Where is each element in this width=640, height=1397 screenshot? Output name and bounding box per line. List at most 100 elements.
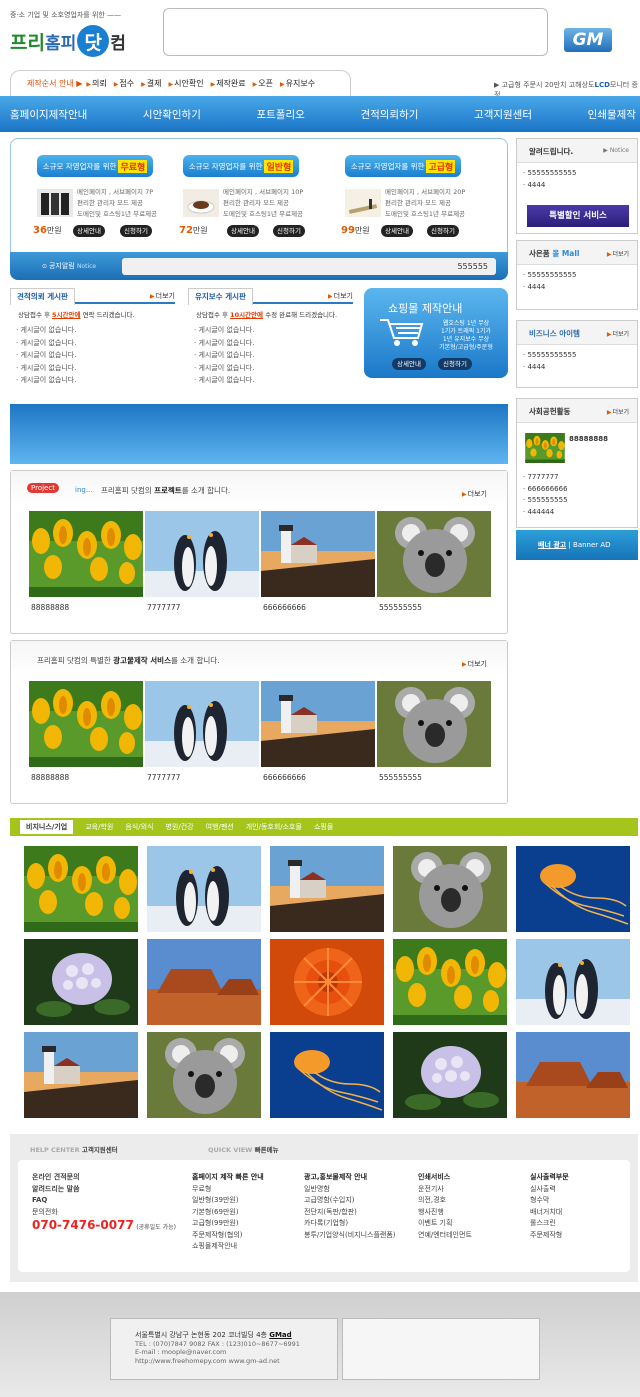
list-item[interactable]: 444444 — [523, 508, 568, 520]
list-item[interactable]: 4444 — [523, 363, 637, 375]
nav-item[interactable]: 고객지원센터 — [474, 107, 532, 122]
quick-link[interactable]: 실사출력 — [530, 1184, 569, 1196]
quick-link[interactable]: 배너거치대 — [530, 1207, 569, 1219]
project-thumb-koala[interactable] — [377, 511, 491, 597]
gallery-thumb-hydrangea[interactable] — [393, 1032, 507, 1118]
tab-category[interactable]: 개인/동호회/소호몰 — [246, 822, 302, 832]
tab-business[interactable]: 비지니스/기업 — [20, 820, 74, 834]
quick-link[interactable]: 행사진행 — [418, 1207, 472, 1219]
contact-urls[interactable]: http://www.freehomepy.com www.gm-ad.net — [135, 1357, 337, 1366]
quick-link[interactable]: 주문제작형 — [530, 1230, 569, 1242]
gallery-thumb-chrysanthemum[interactable] — [270, 939, 384, 1025]
more-link[interactable]: 더보기 — [462, 489, 487, 499]
quick-link[interactable]: 봉투/기업양식(비지니스플랜폼) — [304, 1230, 396, 1242]
sidebar-more[interactable]: ▶ Notice — [603, 147, 629, 154]
gallery-thumb-lighthouse[interactable] — [270, 846, 384, 932]
gallery-thumb-jellyfish[interactable] — [270, 1032, 384, 1118]
gallery-thumb-desert[interactable] — [516, 1032, 630, 1118]
quick-link[interactable]: 고급명함(수입지) — [304, 1195, 396, 1207]
list-item[interactable]: · 게시글이 없습니다. — [194, 375, 353, 388]
order-step[interactable]: 유지보수 — [280, 78, 315, 89]
help-link[interactable]: FAQ — [32, 1195, 176, 1207]
nav-item[interactable]: 인쇄물제작 — [588, 107, 636, 122]
list-item[interactable]: · 게시글이 없습니다. — [194, 363, 353, 376]
detail-button[interactable]: 상세안내 — [227, 225, 259, 237]
notice-ticker[interactable]: 555555 — [122, 257, 496, 275]
list-item[interactable]: 4444 — [523, 181, 637, 193]
gallery-thumb-hydrangea[interactable] — [24, 939, 138, 1025]
ad-thumb-koala[interactable] — [377, 681, 491, 767]
help-link[interactable]: 온라인 견적문의 — [32, 1172, 176, 1184]
phone-number[interactable]: 070-7476-0077 — [32, 1218, 134, 1232]
order-step[interactable]: 결제 — [141, 78, 162, 89]
ad-thumb-tulip[interactable] — [29, 681, 143, 767]
detail-button[interactable]: 상세안내 — [73, 225, 105, 237]
list-item[interactable]: 55555555555 — [523, 351, 637, 363]
order-step[interactable]: 제작완료 — [211, 78, 245, 89]
quick-link[interactable]: 일반명함 — [304, 1184, 396, 1196]
list-item[interactable]: · 게시글이 없습니다. — [194, 350, 353, 363]
quick-link[interactable]: 고급형(99만원) — [192, 1218, 264, 1230]
apply-button[interactable]: 신청하기 — [120, 225, 152, 237]
nav-item[interactable]: 견적의뢰하기 — [360, 107, 418, 122]
quick-link[interactable]: 롤스크린 — [530, 1218, 569, 1230]
gm-logo[interactable]: GM — [564, 28, 612, 52]
nav-item[interactable]: 홈페이지제작안내 — [10, 107, 87, 122]
gallery-thumb-penguin[interactable] — [516, 939, 630, 1025]
more-link[interactable]: 더보기 — [328, 291, 353, 301]
help-link[interactable]: 알려드리는 말씀 — [32, 1184, 176, 1196]
main-banner[interactable] — [10, 404, 508, 464]
nav-item[interactable]: 시안확인하기 — [143, 107, 201, 122]
project-thumb-penguin[interactable] — [145, 511, 259, 597]
list-item[interactable]: · 게시글이 없습니다. — [16, 338, 175, 351]
ad-thumb-lighthouse[interactable] — [261, 681, 375, 767]
gallery-thumb-lighthouse[interactable] — [24, 1032, 138, 1118]
project-thumb-tulip[interactable] — [29, 511, 143, 597]
tab-category[interactable]: 교육/학원 — [85, 822, 113, 832]
gallery-thumb-jellyfish[interactable] — [516, 846, 630, 932]
shop-apply-button[interactable]: 신청하기 — [438, 358, 472, 370]
package-title[interactable]: 소규모 자영업자를 위한 무료형 — [37, 155, 153, 177]
contact-email[interactable]: E-mail : moople@naver.com — [135, 1348, 337, 1357]
nav-item[interactable]: 포트폴리오 — [257, 107, 305, 122]
sidebar-more[interactable]: 더보기 — [607, 407, 629, 416]
quick-link[interactable]: 무료형 — [192, 1184, 264, 1196]
board-title[interactable]: 유지보수 게시판 — [188, 288, 253, 305]
special-discount-button[interactable]: 특별할인 서비스 — [527, 205, 629, 227]
shop-detail-button[interactable]: 상세안내 — [392, 358, 426, 370]
quick-link[interactable]: 주문제작형(협의) — [192, 1230, 264, 1242]
quick-link[interactable]: 이벤트 기획 — [418, 1218, 472, 1230]
gallery-thumb-tulip[interactable] — [24, 846, 138, 932]
apply-button[interactable]: 신청하기 — [427, 225, 459, 237]
list-item[interactable]: 4444 — [523, 283, 637, 295]
apply-button[interactable]: 신청하기 — [273, 225, 305, 237]
list-item[interactable]: 555555555 — [523, 496, 567, 508]
order-step[interactable]: 오픈 — [253, 78, 273, 89]
gallery-thumb-koala[interactable] — [393, 846, 507, 932]
list-item[interactable]: 55555555555 — [523, 271, 637, 283]
more-link[interactable]: 더보기 — [150, 291, 175, 301]
order-step[interactable]: 시안확인 — [168, 78, 203, 89]
quick-link[interactable]: 의전,경호 — [418, 1195, 472, 1207]
list-item[interactable]: · 게시글이 없습니다. — [16, 363, 175, 376]
list-item[interactable]: · 게시글이 없습니다. — [16, 350, 175, 363]
order-step[interactable]: 의뢰 — [86, 78, 107, 89]
quick-link[interactable]: 연예/엔터테인먼트 — [418, 1230, 472, 1242]
site-logo[interactable]: 프리 홈피 닷 컴 — [10, 24, 126, 58]
list-item[interactable]: · 게시글이 없습니다. — [16, 375, 175, 388]
gallery-thumb-penguin[interactable] — [147, 846, 261, 932]
quick-link[interactable]: 카다록(기업형) — [304, 1218, 396, 1230]
gallery-thumb-desert[interactable] — [147, 939, 261, 1025]
gallery-thumb-tulip[interactable] — [393, 939, 507, 1025]
quick-link[interactable]: 전단지(독판/합판) — [304, 1207, 396, 1219]
more-link[interactable]: 더보기 — [462, 659, 487, 669]
list-item[interactable]: 666666666 — [523, 485, 567, 497]
quick-link[interactable]: 기본형(69만원) — [192, 1207, 264, 1219]
tab-category[interactable]: 여행/펜션 — [206, 822, 234, 832]
list-item[interactable]: 55555555555 — [523, 169, 637, 181]
list-item[interactable]: 7777777 — [523, 473, 568, 485]
tab-category[interactable]: 쇼핑몰 — [314, 822, 333, 832]
quick-link[interactable]: 쇼핑몰제작안내 — [192, 1241, 264, 1253]
board-title[interactable]: 견적의뢰 게시판 — [10, 288, 75, 305]
list-item[interactable]: · 게시글이 없습니다. — [194, 338, 353, 351]
